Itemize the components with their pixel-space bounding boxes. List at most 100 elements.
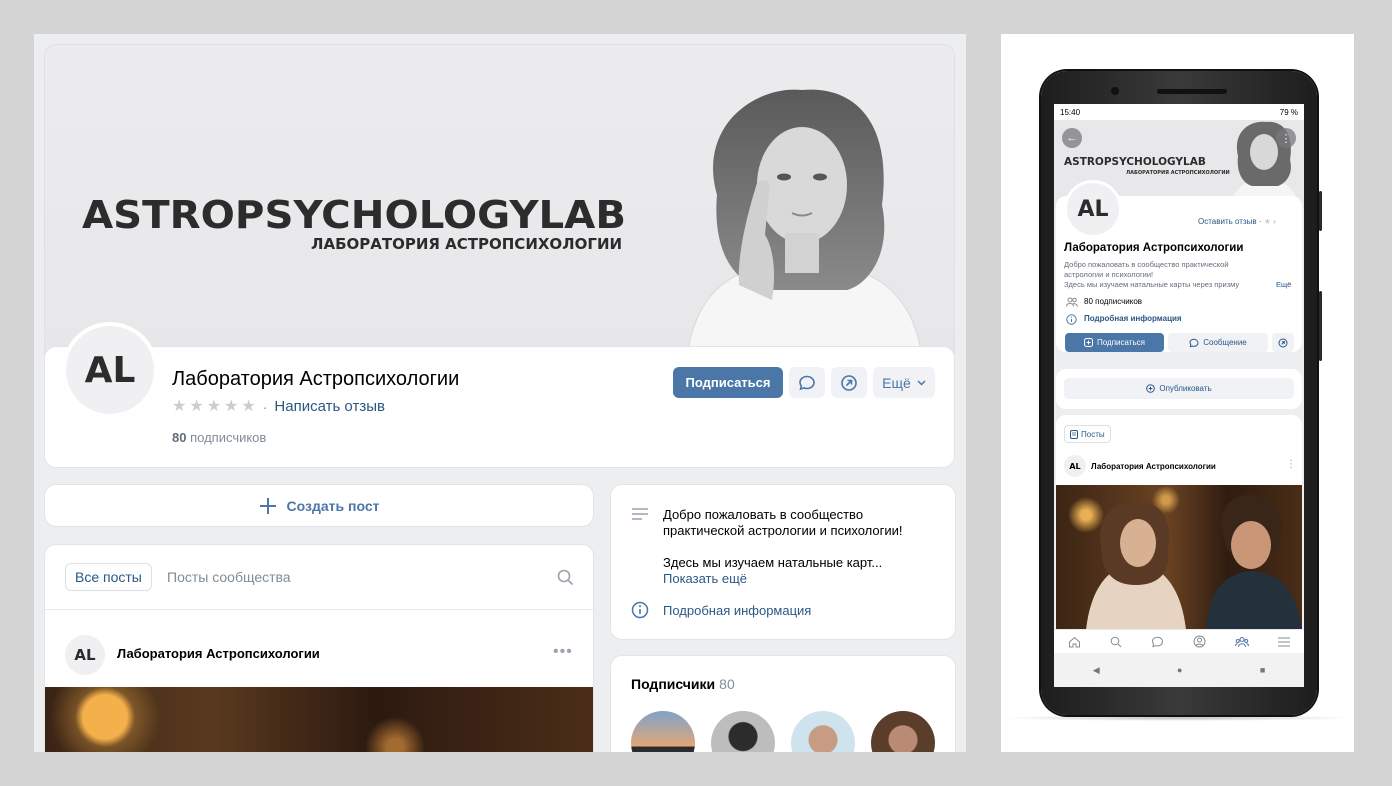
info-icon	[631, 601, 649, 619]
recents-square-icon[interactable]: ■	[1260, 665, 1265, 675]
mobile-publish-button[interactable]: Опубликовать	[1064, 378, 1294, 399]
mobile-desc-line-1: Добро пожаловать в сообщество практическ…	[1064, 260, 1229, 269]
mobile-cover-brand-sub: ЛАБОРАТОРИЯ АСТРОПСИХОЛОГИИ	[1126, 170, 1230, 176]
search-icon[interactable]	[557, 569, 574, 586]
phone-side-button	[1319, 191, 1322, 231]
info-icon	[1066, 314, 1077, 325]
star-icon[interactable]: ★	[189, 398, 203, 415]
mobile-group-title: Лаборатория Астропсихологии	[1064, 242, 1244, 254]
mobile-post-menu-icon[interactable]: ⋮	[1286, 459, 1296, 470]
subscribers-title-count: 80	[719, 676, 735, 692]
subscriber-avatar[interactable]	[631, 711, 695, 752]
about-description: Добро пожаловать в сообщество практическ…	[663, 507, 943, 587]
create-post-button[interactable]: Создать пост	[44, 484, 594, 527]
rating-row: ★ ★ ★ ★ ★ · Написать отзыв	[172, 398, 385, 415]
share-arrow-icon	[1278, 338, 1288, 347]
mobile-detailed-info-link[interactable]: Подробная информация	[1084, 314, 1182, 323]
plus-circle-icon	[1146, 384, 1156, 393]
back-triangle-icon[interactable]: ◀	[1093, 665, 1100, 676]
subscriber-avatar[interactable]	[711, 711, 775, 752]
mobile-review-label: Оставить отзыв ·	[1198, 217, 1262, 226]
subscribers-count[interactable]: 80 подписчиков	[172, 430, 266, 445]
mobile-post-image[interactable]	[1056, 485, 1302, 630]
about-line-2: Здесь мы изучаем натальные карт...	[663, 555, 883, 570]
mobile-desc-line-2: астрологии и психологии!	[1064, 270, 1154, 279]
mobile-subscribers[interactable]: 80 подписчиков	[1084, 297, 1142, 306]
profile-icon[interactable]	[1193, 635, 1206, 648]
group-cover: ASTROPSYCHOLOGYLAB ЛАБОРАТОРИЯ АСТРОПСИХ…	[44, 44, 955, 356]
menu-icon[interactable]	[1277, 637, 1290, 647]
write-review-link[interactable]: Написать отзыв	[274, 398, 385, 415]
about-card: Добро пожаловать в сообщество практическ…	[610, 484, 956, 640]
mobile-post-author[interactable]: Лаборатория Астропсихологии	[1091, 462, 1216, 471]
desktop-group-page: ASTROPSYCHOLOGYLAB ЛАБОРАТОРИЯ АСТРОПСИХ…	[34, 34, 966, 752]
status-time: 15:40	[1060, 107, 1081, 117]
mobile-post-author-avatar[interactable]: AL	[1064, 455, 1086, 477]
phone-shadow	[1001, 715, 1354, 721]
post-menu-icon[interactable]: •••	[553, 643, 573, 661]
post-author-avatar[interactable]: AL	[65, 635, 105, 675]
more-button[interactable]: Ещё	[873, 367, 935, 398]
mobile-mockup: 15:40 79 % ASTROPSYCHOLOGYLAB ЛАБОРАТОРИ…	[1001, 34, 1354, 752]
android-nav-bar: ◀ ● ■	[1054, 653, 1304, 687]
subscribers-number: 80	[172, 430, 187, 445]
group-title: Лаборатория Астропсихологии	[172, 368, 460, 390]
mobile-desc-more-link[interactable]: Ещё	[1276, 280, 1291, 289]
home-icon[interactable]	[1068, 636, 1081, 648]
status-battery: 79 %	[1279, 107, 1298, 117]
separator-dot: ·	[262, 398, 268, 415]
more-button-label: Ещё	[882, 374, 911, 391]
cover-brand-title: ASTROPSYCHOLOGYLAB	[82, 193, 627, 237]
document-icon	[1070, 429, 1078, 439]
cover-portrait-image	[686, 89, 923, 355]
tab-community-posts[interactable]: Посты сообщества	[167, 569, 291, 585]
mobile-subscribe-label: Подписаться	[1097, 338, 1145, 347]
message-button[interactable]	[789, 367, 825, 398]
divider	[45, 609, 593, 610]
subscriber-avatar[interactable]	[791, 711, 855, 752]
phone-volume-button	[1319, 291, 1322, 361]
chevron-down-icon	[917, 379, 926, 386]
mobile-subscribe-button[interactable]: Подписаться	[1065, 333, 1164, 352]
share-arrow-icon	[841, 374, 857, 391]
mobile-share-button[interactable]	[1272, 333, 1294, 352]
mobile-desc-line-3: Здесь мы изучаем натальные карты через п…	[1064, 280, 1240, 289]
tab-all-posts[interactable]: Все посты	[65, 563, 152, 591]
detailed-info-link[interactable]: Подробная информация	[663, 603, 811, 618]
back-arrow-icon[interactable]: ←	[1062, 128, 1082, 148]
mobile-group-avatar[interactable]: AL	[1064, 180, 1122, 238]
messages-icon[interactable]	[1151, 636, 1164, 648]
mobile-bottom-nav	[1054, 629, 1304, 653]
mobile-message-button[interactable]: Сообщение	[1168, 333, 1268, 352]
search-icon[interactable]	[1110, 636, 1122, 648]
star-icon[interactable]: ★	[172, 398, 186, 415]
star-icon[interactable]: ★	[207, 398, 221, 415]
subscriber-avatar[interactable]	[871, 711, 935, 752]
star-icon[interactable]: ★	[224, 398, 238, 415]
phone-screen: 15:40 79 % ASTROPSYCHOLOGYLAB ЛАБОРАТОРИ…	[1054, 104, 1304, 687]
subscribers-label: подписчиков	[190, 430, 267, 445]
message-icon	[799, 375, 815, 390]
mobile-post-photo	[1086, 494, 1302, 630]
star-icon[interactable]: ★	[241, 398, 255, 415]
kebab-menu-icon[interactable]: ⋮	[1276, 128, 1296, 148]
share-button[interactable]	[831, 367, 867, 398]
status-bar: 15:40 79 %	[1054, 104, 1304, 120]
subscribers-title-label: Подписчики	[631, 676, 716, 692]
communities-icon[interactable]	[1234, 636, 1249, 648]
mobile-tab-posts[interactable]: Посты	[1064, 425, 1111, 443]
phone-frame: 15:40 79 % ASTROPSYCHOLOGYLAB ЛАБОРАТОРИ…	[1041, 71, 1322, 715]
mobile-message-label: Сообщение	[1203, 338, 1247, 347]
show-more-link[interactable]: Показать ещё	[663, 571, 943, 587]
mobile-cover-brand: ASTROPSYCHOLOGYLAB	[1064, 156, 1206, 168]
post-image[interactable]	[45, 687, 593, 752]
mobile-tab-posts-label: Посты	[1081, 429, 1105, 439]
subscribe-button[interactable]: Подписаться	[673, 367, 783, 398]
subscribers-title[interactable]: Подписчики 80	[631, 676, 735, 692]
home-circle-icon[interactable]: ●	[1177, 665, 1182, 675]
post-author-name[interactable]: Лаборатория Астропсихологии	[117, 646, 320, 661]
mobile-description: Добро пожаловать в сообщество практическ…	[1064, 260, 1296, 290]
mobile-publish-card: Опубликовать	[1056, 369, 1302, 409]
group-avatar[interactable]: AL	[62, 322, 158, 418]
mobile-review-link[interactable]: Оставить отзыв · ★ ›	[1198, 217, 1276, 226]
